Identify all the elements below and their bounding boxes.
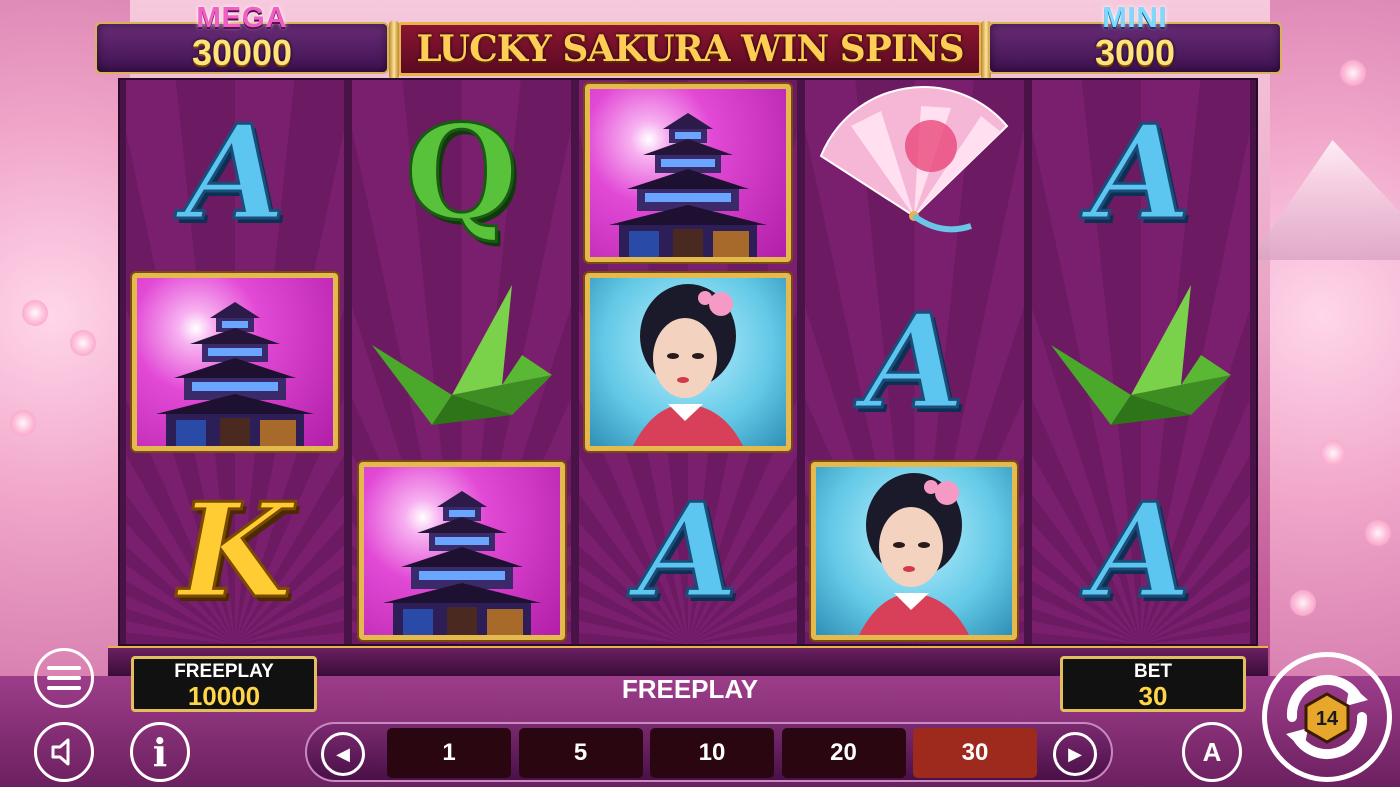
game-title: LUCKY SAKURA WIN SPINS: [416, 28, 964, 70]
symbol-Q: Q: [352, 80, 570, 266]
mini-jackpot-label: MINI: [1102, 2, 1168, 34]
pagoda-icon: [585, 84, 792, 262]
symbol-A: A: [1032, 458, 1250, 644]
hamburger-icon: [47, 666, 81, 690]
letter-A-icon: A: [636, 474, 740, 627]
spin-badge: 14: [1316, 708, 1339, 730]
crane-icon: [1041, 275, 1241, 450]
pagoda-icon: [132, 273, 339, 451]
bet-option-5[interactable]: 5: [518, 728, 643, 778]
letter-A-icon: A: [1089, 96, 1193, 249]
letter-K-icon: K: [177, 474, 293, 627]
symbol-crane: [352, 269, 570, 455]
mega-jackpot-label: MEGA: [196, 2, 288, 34]
reel-1: A K: [126, 80, 345, 644]
symbol-pagoda: [579, 80, 797, 266]
bet-option-30[interactable]: 30: [913, 728, 1037, 778]
symbol-A: A: [126, 80, 344, 266]
bet-display: BET 30: [1060, 656, 1246, 712]
blossom-icon: [1320, 440, 1346, 466]
freeplay-balance: FREEPLAY 10000: [131, 656, 317, 712]
letter-A-icon: A: [183, 96, 287, 249]
blossom-icon: [1365, 520, 1391, 546]
symbol-pagoda: [352, 458, 570, 644]
arrow-right-icon: ▶: [1068, 743, 1082, 764]
speaker-icon: [51, 738, 70, 766]
autoplay-button[interactable]: A: [1182, 722, 1242, 782]
mini-jackpot: MINI 3000: [988, 2, 1282, 74]
arrow-left-icon: ◀: [336, 743, 350, 764]
letter-Q-icon: Q: [403, 96, 519, 249]
bet-label: BET: [1134, 661, 1172, 682]
reel-2: Q: [352, 80, 571, 644]
freeplay-balance-value: 10000: [187, 681, 261, 711]
info-icon: i: [152, 729, 168, 775]
bet-value: 30: [1138, 681, 1168, 711]
fan-icon: [811, 85, 1017, 261]
freeplay-balance-label: FREEPLAY: [174, 661, 274, 682]
bet-selector: ◀ 1 5 10 20 30 ▶: [305, 722, 1113, 782]
mode-label: FREEPLAY: [621, 674, 759, 704]
sound-button[interactable]: [34, 722, 94, 782]
symbol-A: A: [579, 458, 797, 644]
symbol-geisha: [579, 269, 797, 455]
bet-option-10[interactable]: 10: [650, 728, 774, 778]
bet-increase-button[interactable]: ▶: [1053, 732, 1097, 776]
crane-icon: [362, 275, 562, 450]
game-title-banner: LUCKY SAKURA WIN SPINS: [389, 21, 991, 79]
blossom-icon: [1340, 60, 1366, 86]
reel-3: A: [578, 80, 798, 644]
mega-jackpot-value: 30000: [191, 32, 293, 73]
info-button[interactable]: i: [130, 722, 190, 782]
symbol-pagoda: [126, 269, 344, 455]
symbol-K: K: [126, 458, 344, 644]
geisha-icon: [585, 273, 792, 451]
mini-jackpot-value: 3000: [1094, 32, 1176, 73]
symbol-fan: [805, 80, 1023, 266]
symbol-geisha: [805, 458, 1023, 644]
reel-4: A: [805, 80, 1024, 644]
blossom-icon: [10, 410, 36, 436]
bet-option-1[interactable]: 1: [387, 728, 511, 778]
pagoda-icon: [358, 462, 565, 640]
geisha-icon: [811, 462, 1018, 640]
mega-jackpot: MEGA 30000: [95, 2, 389, 74]
menu-button[interactable]: [34, 648, 94, 708]
symbol-crane: [1032, 269, 1250, 455]
symbol-A: A: [805, 269, 1023, 455]
blossom-icon: [22, 300, 48, 326]
blossom-icon: [1290, 590, 1316, 616]
autoplay-icon: A: [1202, 736, 1222, 767]
reel-5: A A: [1031, 80, 1251, 644]
symbol-A: A: [1032, 80, 1250, 266]
letter-A-icon: A: [1089, 474, 1193, 627]
letter-A-icon: A: [862, 285, 966, 438]
blossom-icon: [70, 330, 96, 356]
bet-decrease-button[interactable]: ◀: [321, 732, 365, 776]
bet-option-20[interactable]: 20: [781, 728, 906, 778]
spin-icon: 14: [1286, 674, 1368, 760]
reel-grid: A K Q A A A A: [118, 78, 1258, 646]
spin-button[interactable]: 14: [1262, 652, 1392, 782]
